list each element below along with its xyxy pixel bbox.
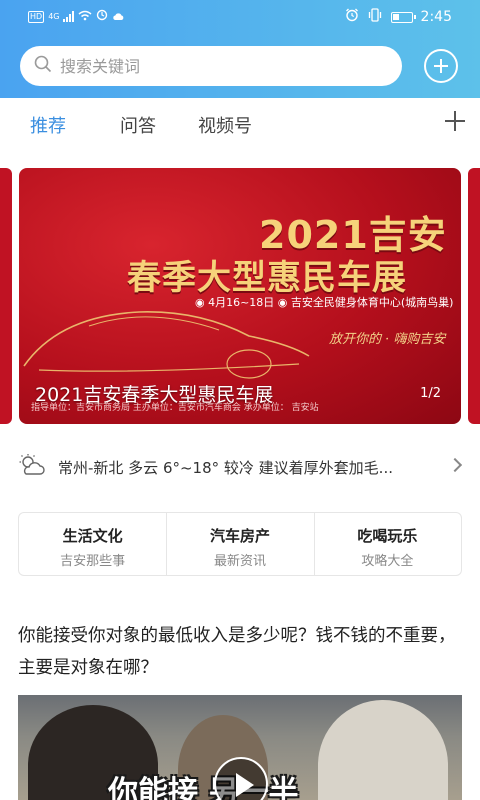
- carousel-page-indicator: 1/2: [420, 386, 441, 401]
- status-time: 2:45: [420, 9, 452, 25]
- add-circle-icon[interactable]: [424, 49, 458, 83]
- article-title[interactable]: 你能接受你对象的最低收入是多少呢？钱不钱的不重要，主要是对象在哪？: [18, 620, 464, 684]
- search-bar[interactable]: [20, 46, 402, 86]
- alarm-icon: [345, 8, 359, 26]
- banner-slogan: 放开你的 · 嗨购吉安: [329, 332, 446, 347]
- tab-recommend[interactable]: 推荐: [30, 112, 66, 138]
- banner-sponsors: 指导单位：吉安市商务局 主办单位：吉安市汽车商会 承办单位： 吉安站: [31, 403, 319, 413]
- weather-text: 常州-新北 多云 6°~18° 较冷 建议着厚外套加毛...: [58, 458, 393, 477]
- sync-icon: [96, 9, 108, 24]
- cloud-icon: [112, 10, 124, 24]
- wifi-icon: [78, 10, 92, 24]
- category-food-fun[interactable]: 吃喝玩乐 攻略大全: [313, 513, 461, 575]
- status-bar: HD 4G 2:45: [0, 0, 480, 34]
- category-subtitle: 最新资讯: [213, 554, 266, 569]
- category-subtitle: 吉安那些事: [60, 554, 126, 569]
- category-grid: 生活文化 吉安那些事 汽车房产 最新资讯 吃喝玩乐 攻略大全: [18, 512, 462, 576]
- banner-title-line2: 春季大型惠民车展: [127, 258, 407, 298]
- carousel-banner[interactable]: 2021吉安 春季大型惠民车展 ◉ 4月16~18日 ◉ 吉安全民健身体育中心(…: [19, 168, 461, 424]
- category-subtitle: 攻略大全: [361, 554, 414, 569]
- hd-icon: HD: [28, 10, 45, 23]
- banner-event-info: ◉ 4月16~18日 ◉ 吉安全民健身体育中心(城南鸟巢): [195, 296, 454, 309]
- vibrate-icon: [367, 8, 383, 26]
- category-title: 生活文化: [62, 527, 123, 545]
- article-video-thumbnail[interactable]: 你能接 另一半: [18, 695, 462, 800]
- signal-icon: [63, 11, 75, 22]
- weather-row[interactable]: 常州-新北 多云 6°~18° 较冷 建议着厚外套加毛...: [18, 452, 468, 482]
- battery-icon: [390, 11, 416, 23]
- carousel-prev-peek[interactable]: [0, 168, 12, 424]
- video-caption: 你能接 另一半: [108, 775, 299, 800]
- chevron-right-icon: [447, 457, 463, 473]
- search-icon: [34, 55, 52, 77]
- network-type: 4G: [48, 12, 60, 21]
- channel-tabs: 推荐 问答 视频号: [0, 98, 480, 150]
- search-input[interactable]: [60, 56, 380, 76]
- tab-video[interactable]: 视频号: [198, 112, 252, 138]
- category-title: 汽车房产: [209, 527, 270, 545]
- tab-qa[interactable]: 问答: [120, 112, 156, 138]
- category-life-culture[interactable]: 生活文化 吉安那些事: [19, 513, 166, 575]
- status-right: 2:45: [345, 8, 452, 26]
- add-channel-icon[interactable]: [444, 110, 466, 132]
- cloud-sun-icon: [18, 453, 46, 481]
- person-figure: [318, 700, 448, 800]
- carousel-next-peek[interactable]: [468, 168, 480, 424]
- category-title: 吃喝玩乐: [357, 527, 418, 545]
- category-car-house[interactable]: 汽车房产 最新资讯: [166, 513, 313, 575]
- header: HD 4G 2:45: [0, 0, 480, 98]
- status-left: HD 4G: [28, 9, 124, 24]
